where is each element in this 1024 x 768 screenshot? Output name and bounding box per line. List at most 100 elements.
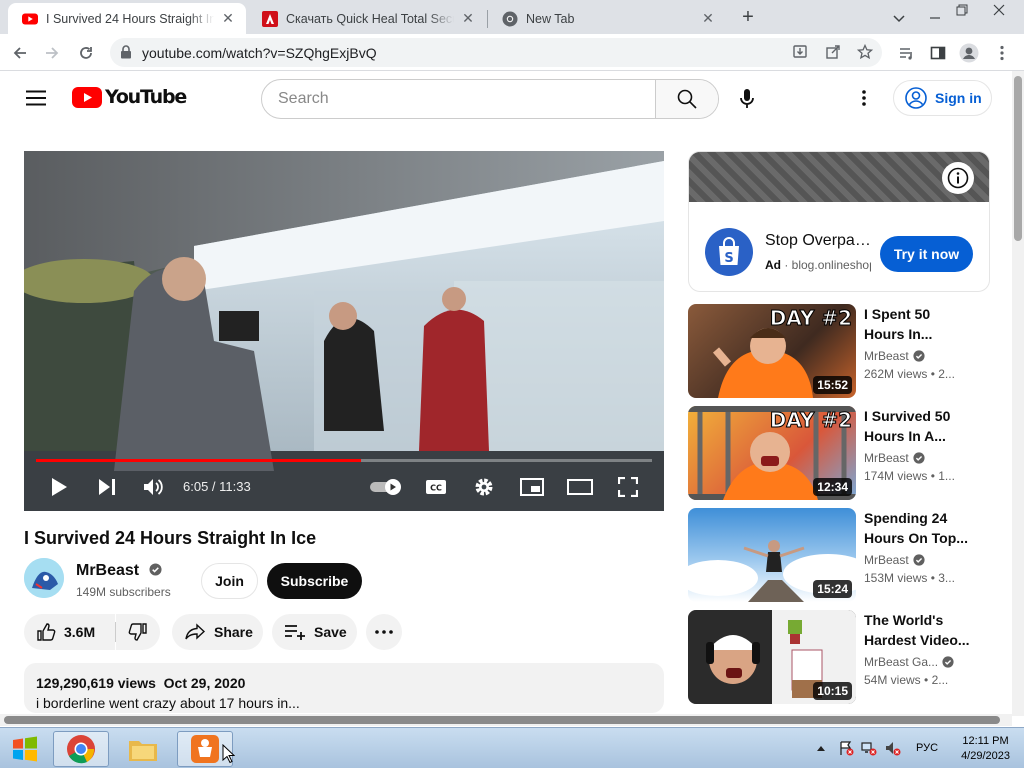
- video-title[interactable]: The World's Hardest Video...: [864, 610, 970, 650]
- start-button[interactable]: [2, 731, 48, 767]
- save-button[interactable]: Save: [272, 614, 357, 650]
- channel-name-text: MrBeast Ga...: [864, 655, 939, 669]
- sponsored-ad-card[interactable]: S Stop Overpaying Ad · blog.onlineshop T…: [688, 151, 990, 292]
- youtube-logo[interactable]: YouTube: [72, 86, 187, 108]
- address-bar[interactable]: youtube.com/watch?v=SZQhgExjBvQ: [110, 38, 882, 67]
- like-button[interactable]: 3.6M: [24, 614, 115, 650]
- theater-mode-button[interactable]: [565, 473, 595, 501]
- tab-close-icon[interactable]: ✕: [460, 10, 476, 27]
- tab-close-icon[interactable]: ✕: [700, 10, 716, 27]
- video-channel[interactable]: MrBeast: [864, 349, 925, 363]
- video-channel[interactable]: MrBeast: [864, 451, 925, 465]
- video-channel[interactable]: MrBeast: [864, 553, 925, 567]
- vertical-scrollbar-thumb[interactable]: [1014, 76, 1022, 241]
- action-center-flag-icon[interactable]: [838, 740, 854, 756]
- voice-search-icon[interactable]: [739, 88, 755, 110]
- video-thumbnail[interactable]: 10:15: [688, 610, 856, 704]
- tab-search-icon[interactable]: [892, 11, 906, 25]
- recommended-video[interactable]: 15:24 Spending 24 Hours On Top... MrBeas…: [688, 508, 990, 602]
- forward-button[interactable]: [38, 39, 66, 67]
- ad-info-button[interactable]: [942, 162, 974, 194]
- reload-button[interactable]: [72, 39, 100, 67]
- tab-quickheal[interactable]: Скачать Quick Heal Total Security ✕: [248, 3, 486, 34]
- subscriber-count: 149M subscribers: [76, 585, 171, 599]
- windows-taskbar: РУС 12:11 PM 4/29/2023: [0, 727, 1024, 768]
- dislike-button[interactable]: [116, 614, 160, 650]
- system-clock[interactable]: 12:11 PM 4/29/2023: [961, 734, 1010, 764]
- video-player[interactable]: 6:05 / 11:33 CC: [24, 151, 664, 511]
- video-thumbnail[interactable]: DAY #2 12:34: [688, 406, 856, 500]
- next-button[interactable]: [94, 473, 120, 501]
- tab-youtube[interactable]: I Survived 24 Hours Straight In Ice - Yo…: [8, 3, 246, 34]
- video-thumbnail[interactable]: 15:24: [688, 508, 856, 602]
- search-box[interactable]: Search: [261, 79, 719, 119]
- verified-badge-icon: [942, 656, 954, 668]
- search-button[interactable]: [655, 80, 718, 118]
- autoplay-toggle[interactable]: [368, 473, 404, 501]
- side-panel-button[interactable]: [924, 39, 952, 67]
- close-window-icon[interactable]: [992, 3, 1006, 17]
- horizontal-scrollbar-thumb[interactable]: [4, 716, 1000, 724]
- taskbar-file-explorer[interactable]: [115, 731, 171, 767]
- video-title[interactable]: I Spent 50 Hours In...: [864, 304, 970, 344]
- video-title[interactable]: I Survived 50 Hours In A...: [864, 406, 970, 446]
- sign-in-button[interactable]: Sign in: [893, 80, 992, 116]
- network-icon[interactable]: [861, 740, 877, 756]
- ad-cta-button[interactable]: Try it now: [880, 236, 973, 272]
- share-button[interactable]: Share: [172, 614, 263, 650]
- search-input[interactable]: Search: [262, 80, 656, 118]
- miniplayer-button[interactable]: [518, 473, 546, 501]
- ad-domain: blog.onlineshop: [791, 258, 871, 272]
- view-count: 174M views: [864, 469, 928, 483]
- captions-button[interactable]: CC: [424, 473, 448, 501]
- kebab-menu-icon: [1000, 45, 1004, 61]
- channel-name[interactable]: MrBeast: [76, 562, 162, 580]
- join-button[interactable]: Join: [201, 563, 258, 599]
- description-box[interactable]: 129,290,619 views Oct 29, 2020 i borderl…: [24, 663, 664, 713]
- settings-more-icon[interactable]: [862, 90, 866, 106]
- bookmark-star-icon[interactable]: [857, 44, 873, 60]
- vertical-scrollbar[interactable]: [1012, 71, 1024, 716]
- profile-button[interactable]: [955, 39, 983, 67]
- share-page-icon[interactable]: [825, 44, 841, 60]
- taskbar-chrome[interactable]: [53, 731, 109, 767]
- fullscreen-icon: [618, 477, 638, 497]
- channel-avatar[interactable]: [24, 558, 64, 598]
- settings-button[interactable]: [471, 473, 497, 501]
- back-button[interactable]: [6, 39, 34, 67]
- fullscreen-button[interactable]: [615, 473, 641, 501]
- svg-text:CC: CC: [430, 484, 442, 493]
- youtube-play-logo-icon: [72, 86, 102, 108]
- volume-muted-icon[interactable]: [885, 740, 901, 756]
- browser-menu-button[interactable]: [988, 39, 1016, 67]
- info-icon: [947, 167, 969, 189]
- clock-time: 12:11 PM: [962, 735, 1009, 747]
- more-actions-button[interactable]: [366, 614, 402, 650]
- like-count: 3.6M: [64, 624, 96, 640]
- restore-icon[interactable]: [955, 3, 969, 17]
- save-label: Save: [314, 624, 347, 640]
- recommended-video[interactable]: DAY #2 15:52 I Spent 50 Hours In... MrBe…: [688, 304, 990, 398]
- new-tab-button[interactable]: +: [734, 3, 762, 31]
- video-title[interactable]: Spending 24 Hours On Top...: [864, 508, 970, 548]
- install-app-icon[interactable]: [792, 44, 808, 60]
- show-hidden-icons-icon[interactable]: [816, 744, 826, 752]
- verified-badge-icon: [913, 452, 925, 464]
- tab-close-icon[interactable]: ✕: [220, 10, 236, 27]
- hamburger-menu-icon[interactable]: [26, 90, 46, 106]
- recommended-video[interactable]: DAY #2 12:34 I Survived 50 Hours In A...…: [688, 406, 990, 500]
- recommended-video[interactable]: 10:15 The World's Hardest Video... MrBea…: [688, 610, 990, 704]
- tab-new-tab[interactable]: New Tab ✕: [488, 3, 726, 34]
- horizontal-scrollbar[interactable]: [0, 714, 1012, 726]
- video-channel[interactable]: MrBeast Ga...: [864, 655, 954, 669]
- subscribe-button[interactable]: Subscribe: [267, 563, 362, 599]
- play-button[interactable]: [46, 473, 72, 501]
- video-thumbnail[interactable]: DAY #2 15:52: [688, 304, 856, 398]
- reading-list-button[interactable]: [892, 39, 920, 67]
- lock-icon[interactable]: [120, 45, 132, 59]
- minimize-icon[interactable]: [928, 10, 942, 24]
- mute-button[interactable]: [141, 473, 167, 501]
- input-language-indicator[interactable]: РУС: [916, 742, 938, 754]
- time-display: 6:05 / 11:33: [183, 479, 251, 494]
- seek-bar[interactable]: [36, 459, 652, 462]
